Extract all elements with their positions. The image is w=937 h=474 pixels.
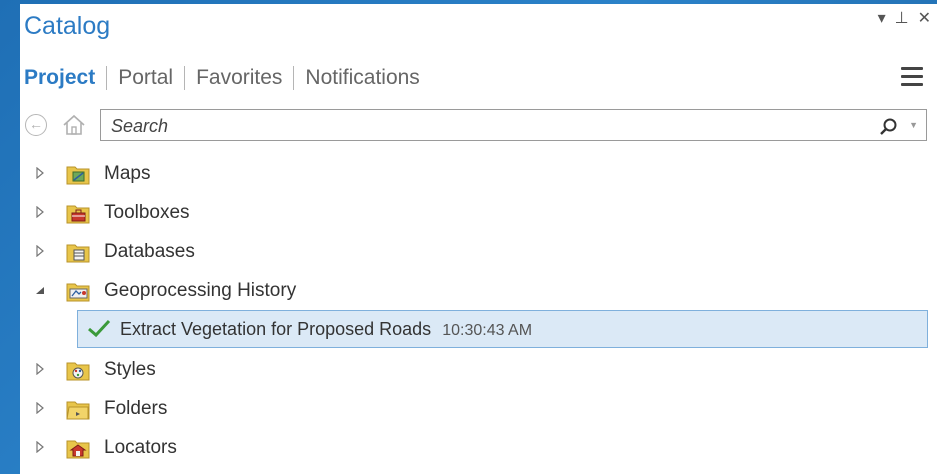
search-input[interactable] — [109, 113, 853, 139]
pane-window-controls: ▾ ⊥ ✕ — [878, 10, 931, 28]
home-icon[interactable] — [61, 112, 87, 138]
tab-favorites[interactable]: Favorites — [192, 66, 286, 90]
tree-item-toolboxes[interactable]: Toolboxes — [20, 196, 937, 230]
maps-folder-icon — [66, 166, 90, 185]
toolboxes-folder-icon — [66, 205, 90, 224]
expand-arrow-icon[interactable] — [35, 402, 45, 414]
close-icon[interactable]: ✕ — [918, 10, 931, 28]
hamburger-menu-icon[interactable] — [901, 67, 923, 87]
tree-item-label: Folders — [104, 398, 168, 419]
tab-notifications[interactable]: Notifications — [301, 66, 423, 90]
tab-separator — [293, 66, 295, 90]
tree-item-label: Geoprocessing History — [104, 280, 297, 301]
pane-options-dropdown-icon[interactable]: ▾ — [878, 10, 886, 28]
success-checkmark-icon — [88, 319, 111, 338]
tree-item-databases[interactable]: Databases — [20, 235, 937, 269]
expand-arrow-icon[interactable] — [35, 363, 45, 375]
locators-folder-icon — [66, 440, 90, 459]
search-box: ▼ — [100, 109, 927, 141]
tree-item-folders[interactable]: Folders — [20, 392, 937, 426]
history-item-extract-vegetation[interactable]: Extract Vegetation for Proposed Roads 10… — [77, 310, 928, 348]
tab-portal[interactable]: Portal — [114, 66, 177, 90]
tab-project[interactable]: Project — [24, 66, 99, 90]
search-icon[interactable] — [879, 117, 899, 137]
tab-separator — [184, 66, 186, 90]
navigation-row: ← ▼ — [20, 106, 937, 144]
tree-item-locators[interactable]: Locators — [20, 431, 937, 465]
history-item-label: Extract Vegetation for Proposed Roads — [120, 319, 432, 339]
geoprocessing-history-folder-icon — [66, 283, 90, 302]
expand-arrow-icon[interactable] — [35, 245, 45, 257]
pin-icon[interactable]: ⊥ — [895, 10, 909, 28]
tree-item-styles[interactable]: Styles — [20, 353, 937, 387]
expand-arrow-icon[interactable] — [35, 206, 45, 218]
styles-folder-icon — [66, 362, 90, 381]
expand-arrow-icon[interactable] — [35, 441, 45, 453]
tree-item-label: Databases — [104, 241, 195, 262]
pane-titlebar: Catalog ▾ ⊥ ✕ — [20, 4, 937, 48]
tree-item-label: Toolboxes — [104, 202, 190, 223]
databases-folder-icon — [66, 244, 90, 263]
collapse-arrow-icon[interactable] — [35, 284, 45, 296]
tree-item-label: Maps — [104, 163, 151, 184]
catalog-tabs: Project Portal Favorites Notifications — [24, 64, 424, 92]
folders-folder-icon — [66, 401, 90, 420]
catalog-pane: Catalog ▾ ⊥ ✕ Project Portal Favorites N… — [20, 4, 937, 474]
search-options-dropdown-icon[interactable]: ▼ — [909, 120, 918, 130]
tree-item-label: Styles — [104, 359, 156, 380]
tab-separator — [106, 66, 108, 90]
tree-item-geoprocessing-history[interactable]: Geoprocessing History — [20, 274, 937, 308]
tree-item-label: Locators — [104, 437, 177, 458]
expand-arrow-icon[interactable] — [35, 167, 45, 179]
back-arrow-icon[interactable]: ← — [25, 114, 47, 136]
pane-title: Catalog — [24, 12, 111, 40]
tree-item-maps[interactable]: Maps — [20, 157, 937, 191]
history-item-time: 10:30:43 AM — [442, 322, 533, 339]
